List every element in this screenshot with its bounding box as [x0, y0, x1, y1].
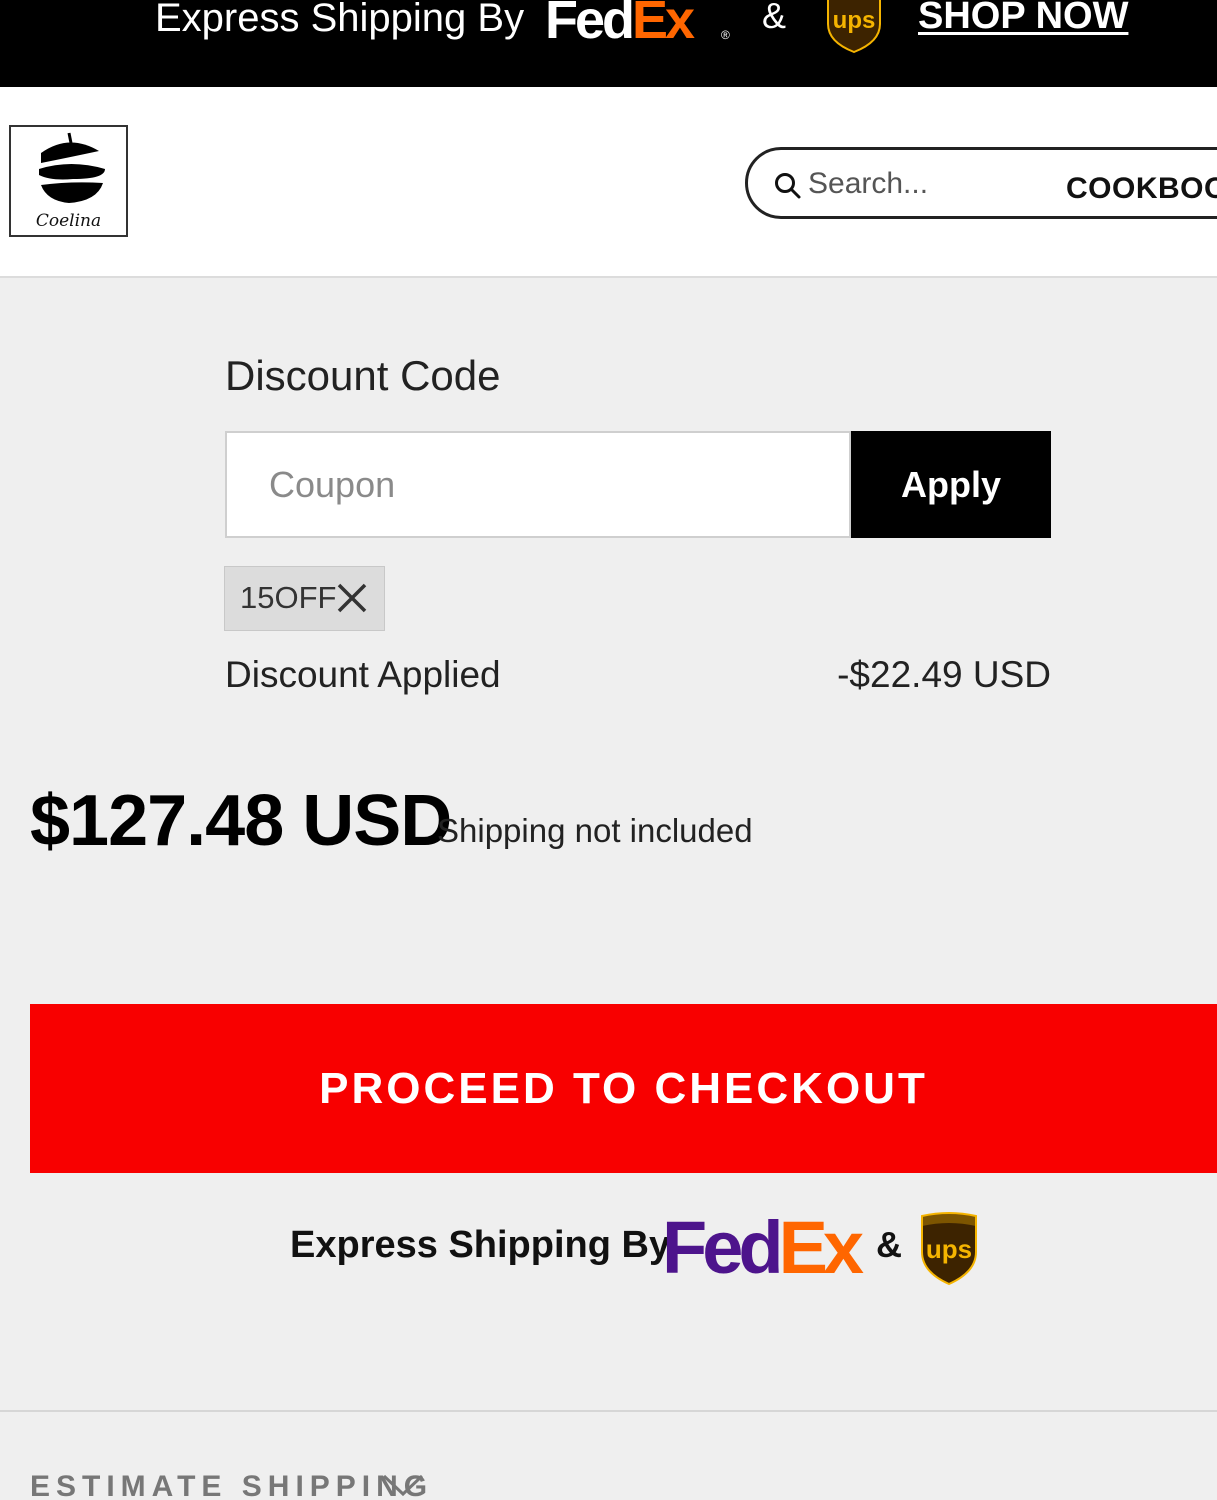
shipping-note: Shipping not included [437, 812, 753, 849]
search-bar[interactable]: COOKBOOK [745, 147, 1217, 219]
cart-total: $127.48 USD [30, 781, 452, 861]
discount-title: Discount Code [225, 352, 501, 399]
applied-code-chip: 15OFF [224, 566, 385, 631]
chevron-down-icon[interactable] [382, 1474, 424, 1498]
registered-mark: ® [721, 28, 730, 42]
logo-text: Coelina [35, 211, 102, 231]
proceed-to-checkout-button[interactable]: PROCEED TO CHECKOUT [30, 1004, 1217, 1173]
site-header: Coelina COOKBOOK [0, 87, 1217, 278]
estimate-shipping-toggle[interactable]: ESTIMATE SHIPPING [30, 1470, 433, 1500]
ampersand: & [762, 0, 787, 36]
nav-item-cookbook[interactable]: COOKBOOK [1066, 172, 1217, 206]
site-logo[interactable]: Coelina [9, 125, 128, 237]
ups-logo: ups [827, 0, 881, 54]
fedex-logo: FedEx [662, 1206, 864, 1289]
ampersand: & [876, 1224, 902, 1265]
top-banner: Express Shipping By FedEx ® & ups SHOP N… [0, 0, 1217, 87]
remove-code-close-icon[interactable] [335, 581, 369, 615]
search-icon[interactable] [774, 172, 802, 200]
applied-code-label: 15OFF [240, 580, 337, 615]
shop-now-link[interactable]: SHOP NOW [918, 0, 1128, 38]
section-divider [0, 1410, 1217, 1412]
coupon-input[interactable] [225, 431, 851, 538]
apple-peel-logo-icon [39, 132, 105, 203]
svg-text:ups: ups [833, 7, 876, 34]
discount-applied-label: Discount Applied [225, 654, 501, 695]
svg-text:ups: ups [926, 1234, 972, 1264]
apply-button[interactable]: Apply [851, 431, 1051, 538]
banner-text: Express Shipping By [155, 0, 525, 40]
search-input[interactable] [808, 164, 1038, 204]
discount-applied-amount: -$22.49 USD [837, 654, 1051, 695]
ups-logo: ups [921, 1212, 977, 1286]
fedex-logo: FedEx [545, 0, 695, 50]
express-shipping-text: Express Shipping By [290, 1224, 671, 1266]
